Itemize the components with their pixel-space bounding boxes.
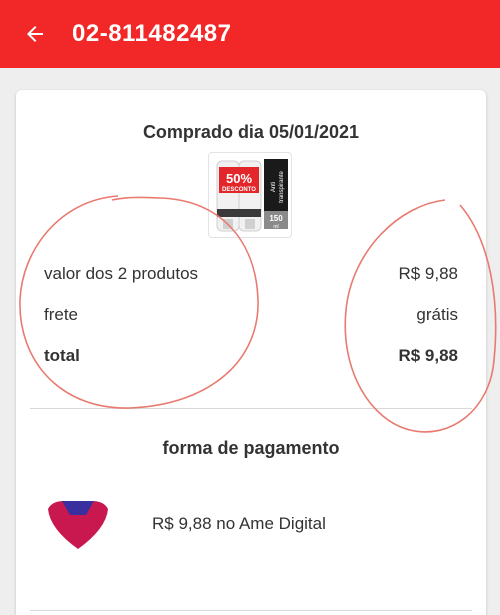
size-unit: ml [273, 224, 278, 230]
payment-section-title: forma de pagamento [162, 438, 340, 458]
summary-value: R$ 9,88 [398, 346, 458, 365]
discount-percent: 50% [226, 171, 252, 186]
app-bar: 02-811482487 [0, 0, 500, 68]
arrow-left-icon [27, 26, 43, 42]
order-number-title: 02-811482487 [72, 20, 232, 47]
product-image: 50% DESCONTO Anti transpirante 150 ml [216, 159, 288, 232]
summary-value: R$ 9,88 [398, 264, 458, 283]
back-button[interactable] [0, 0, 70, 68]
payment-method-row: R$ 9,88 no Ame Digital [44, 494, 444, 554]
summary-row-products: valor dos 2 produtos R$ 9,88 [44, 264, 458, 284]
summary-label: valor dos 2 produtos [44, 264, 199, 283]
divider [30, 408, 472, 409]
side-text-2: transpirante [279, 170, 285, 202]
ame-digital-logo-icon [48, 501, 108, 549]
summary-value: grátis [416, 305, 458, 324]
summary-row-shipping: frete grátis [44, 305, 458, 325]
product-thumbnail[interactable]: 50% DESCONTO Anti transpirante 150 ml [208, 152, 292, 238]
summary-row-total: total R$ 9,88 [44, 346, 458, 366]
payment-method-text: R$ 9,88 no Ame Digital [152, 514, 326, 533]
purchase-date: Comprado dia 05/01/2021 [142, 122, 360, 142]
size-value: 150 [269, 214, 283, 223]
order-summary-card: Comprado dia 05/01/2021 50% DESCONTO Ant… [16, 90, 486, 615]
divider-bottom [30, 610, 472, 611]
side-text-1: Anti [271, 182, 277, 192]
summary-label: frete [44, 305, 79, 324]
discount-label: DESCONTO [222, 187, 256, 193]
summary-label: total [44, 346, 80, 365]
